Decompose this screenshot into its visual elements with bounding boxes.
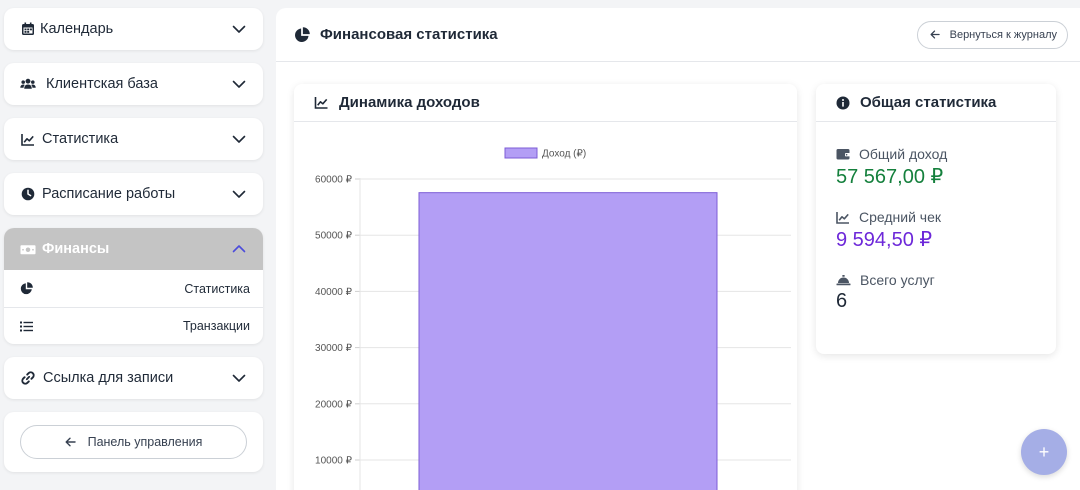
main-header: Финансовая статистика Вернуться к журнал… xyxy=(276,8,1080,62)
stat-total-services: Всего услуг 6 xyxy=(836,272,1056,313)
sidebar-finance-statistics-label: Статистика xyxy=(184,281,250,296)
sidebar-calendar-header[interactable]: Календарь xyxy=(4,8,263,50)
dashboard-button[interactable]: Панель управления xyxy=(20,425,247,459)
line-chart-icon xyxy=(314,96,329,109)
info-circle-icon xyxy=(836,96,850,110)
arrow-left-icon xyxy=(930,30,940,39)
sidebar-schedule-header[interactable]: Расписание работы xyxy=(4,173,263,215)
money-bill-icon xyxy=(20,241,36,257)
y-tick-label: 20000 ₽ xyxy=(315,399,353,410)
chevron-down-icon xyxy=(231,186,247,202)
sidebar-calendar[interactable]: Календарь xyxy=(4,8,263,50)
stat-total-income: Общий доход 57 567,00 ₽ xyxy=(836,146,1056,189)
calendar-icon xyxy=(20,21,36,37)
link-icon xyxy=(20,370,36,386)
income-chart-panel: Динамика доходов 10000 ₽ 20000 ₽ 30000 ₽ 40… xyxy=(294,84,797,490)
line-chart-icon xyxy=(20,131,36,147)
general-stats-header: Общая статистика xyxy=(816,84,1056,122)
chevron-up-icon xyxy=(231,241,247,257)
add-fab-button[interactable]: + xyxy=(1021,429,1067,475)
legend-label: Доход (₽) xyxy=(542,149,586,160)
sidebar-finance: Финансы Статистика Транзакции xyxy=(4,228,263,344)
chevron-down-icon xyxy=(231,131,247,147)
users-icon xyxy=(20,76,36,92)
main-content: Финансовая статистика Вернуться к журнал… xyxy=(276,8,1080,490)
sidebar-booking-link-header[interactable]: Ссылка для записи xyxy=(4,357,263,399)
chevron-down-icon xyxy=(231,21,247,37)
sidebar-statistics[interactable]: Статистика xyxy=(4,118,263,160)
concierge-bell-icon xyxy=(836,274,851,286)
pie-chart-icon xyxy=(20,282,33,295)
y-tick-label: 10000 ₽ xyxy=(315,456,353,467)
avg-check-value: 9 594,50 ₽ xyxy=(836,229,933,251)
income-bar xyxy=(418,192,718,490)
sidebar-clients[interactable]: Клиентская база xyxy=(4,63,263,105)
sidebar-calendar-label: Календарь xyxy=(40,21,114,37)
services-label: Всего услуг xyxy=(860,272,935,288)
sidebar-finance-statistics[interactable]: Статистика xyxy=(4,270,263,307)
legend-swatch xyxy=(504,147,538,159)
avg-check-label: Средний чек xyxy=(859,209,942,225)
sidebar-finance-transactions-label: Транзакции xyxy=(182,319,250,333)
sidebar-schedule[interactable]: Расписание работы xyxy=(4,173,263,215)
general-stats-title: Общая статистика xyxy=(860,94,997,111)
plus-icon: + xyxy=(1038,441,1050,462)
sidebar-booking-link-label: Ссылка для записи xyxy=(43,370,174,386)
line-chart-icon xyxy=(836,211,850,224)
total-income-label: Общий доход xyxy=(859,146,948,162)
sidebar-finance-transactions[interactable]: Транзакции xyxy=(4,307,263,344)
back-to-journal-button[interactable]: Вернуться к журналу xyxy=(916,20,1068,49)
sidebar-schedule-label: Расписание работы xyxy=(42,186,176,202)
y-tick-label: 40000 ₽ xyxy=(315,287,353,298)
y-tick-label: 50000 ₽ xyxy=(315,231,353,242)
clock-icon xyxy=(20,186,36,202)
arrow-left-icon xyxy=(65,437,76,447)
stat-average-check: Средний чек 9 594,50 ₽ xyxy=(836,209,1056,252)
sidebar-finance-label: Финансы xyxy=(42,241,110,257)
sidebar-statistics-header[interactable]: Статистика xyxy=(4,118,263,160)
income-bar-chart: 10000 ₽ 20000 ₽ 30000 ₽ 40000 ₽ 50000 ₽ 60000… xyxy=(315,147,791,490)
list-icon xyxy=(20,321,33,332)
pie-chart-icon xyxy=(294,26,310,43)
general-stats-panel: Общая статистика Общий доход 57 567,00 ₽… xyxy=(816,84,1056,354)
y-tick-label: 30000 ₽ xyxy=(315,343,353,354)
y-tick-label: 60000 ₽ xyxy=(315,175,353,186)
page-title: Финансовая статистика xyxy=(320,26,498,43)
chevron-down-icon xyxy=(231,370,247,386)
income-chart-title: Динамика доходов xyxy=(339,94,480,111)
sidebar-finance-header[interactable]: Финансы xyxy=(4,228,263,270)
sidebar-clients-label: Клиентская база xyxy=(46,76,158,92)
total-income-value: 57 567,00 ₽ xyxy=(836,166,944,188)
dashboard-button-label: Панель управления xyxy=(87,435,203,449)
sidebar-booking-link[interactable]: Ссылка для записи xyxy=(4,357,263,399)
wallet-icon xyxy=(836,148,850,160)
back-to-journal-label: Вернуться к журналу xyxy=(949,28,1057,41)
chevron-down-icon xyxy=(231,76,247,92)
services-value: 6 xyxy=(836,290,848,312)
sidebar-dashboard-card: Панель управления xyxy=(4,412,263,472)
sidebar-statistics-label: Статистика xyxy=(42,131,119,147)
sidebar-clients-header[interactable]: Клиентская база xyxy=(4,63,263,105)
income-chart-header: Динамика доходов xyxy=(294,84,797,122)
